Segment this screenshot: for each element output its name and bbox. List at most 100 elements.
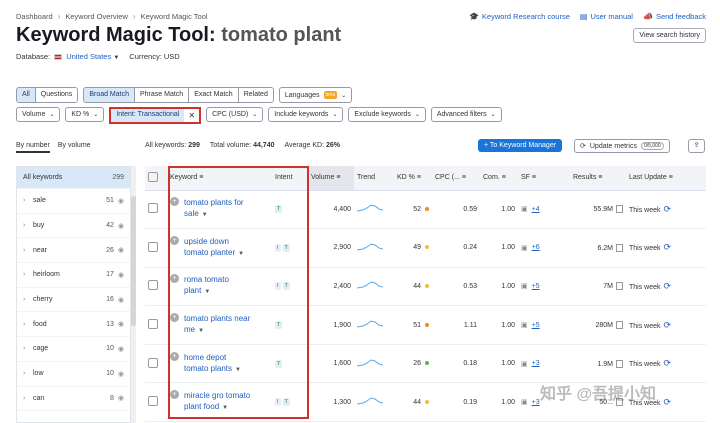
sidebar-item-group[interactable]: › low 10 ◉ — [17, 362, 130, 387]
sidebar-scrollbar[interactable] — [131, 166, 136, 423]
keyword-link[interactable]: tomato plants for sale ▼ — [184, 197, 244, 221]
update-metrics-button[interactable]: ⟳ Update metrics 0/5,000 — [574, 139, 670, 153]
exclude-keywords-filter[interactable]: Exclude keywords ⌄ — [348, 107, 426, 122]
sidebar-item-group[interactable]: › food 13 ◉ — [17, 312, 130, 338]
breadcrumb-dashboard[interactable]: Dashboard — [16, 12, 53, 21]
col-results[interactable]: Results ≡ — [570, 166, 626, 191]
serp-features-link[interactable]: +6 — [532, 244, 540, 251]
add-keyword-icon[interactable]: + — [170, 313, 179, 323]
keyword-link[interactable]: roma tomato plant ▼ — [184, 274, 229, 298]
sidebar-item-all-keywords[interactable]: All keywords 299 — [17, 167, 130, 189]
keyword-link[interactable]: home depot tomato plants ▼ — [184, 352, 241, 376]
eye-icon[interactable]: ◉ — [118, 370, 124, 378]
row-checkbox[interactable] — [148, 396, 158, 407]
col-com[interactable]: Com. ≡ — [480, 166, 518, 191]
refresh-icon[interactable]: ⟳ — [664, 242, 672, 252]
row-checkbox[interactable] — [148, 280, 158, 291]
chevron-down-icon[interactable]: ▼ — [202, 212, 208, 218]
tab-phrase-match[interactable]: Phrase Match — [134, 88, 189, 102]
volume-filter[interactable]: Volume ⌄ — [16, 107, 61, 122]
row-checkbox[interactable] — [148, 357, 158, 368]
col-cpc[interactable]: CPC (... ≡ — [432, 166, 480, 191]
advanced-filters[interactable]: Advanced filters ⌄ — [430, 107, 502, 122]
serp-snapshot-icon[interactable] — [616, 205, 623, 214]
serp-snapshot-icon[interactable] — [616, 243, 623, 252]
add-keyword-icon[interactable]: + — [170, 390, 179, 400]
sidebar-item-group[interactable]: › heirloom 17 ◉ — [17, 263, 130, 288]
sidebar-item-group[interactable]: › sale 51 ◉ — [17, 189, 130, 214]
serp-features-link[interactable]: +3 — [532, 399, 540, 406]
send-feedback-link[interactable]: 📣 Send feedback — [643, 12, 706, 21]
eye-icon[interactable]: ◉ — [118, 271, 124, 279]
serp-snapshot-icon[interactable] — [616, 282, 623, 291]
intent-cell: T — [272, 190, 308, 230]
export-button[interactable]: ⇪ — [688, 139, 705, 153]
tab-questions[interactable]: Questions — [34, 88, 78, 102]
sidebar-item-group[interactable]: › cherry 16 ◉ — [17, 288, 130, 313]
kd-filter[interactable]: KD % ⌄ — [65, 107, 105, 122]
include-keywords-filter[interactable]: Include keywords ⌄ — [268, 107, 344, 122]
tab-related[interactable]: Related — [237, 88, 273, 102]
sidebar-item-group[interactable]: › can 8 ◉ — [17, 387, 130, 412]
intent-filter[interactable]: Intent: Transactional ✕ — [109, 107, 202, 124]
col-last-update[interactable]: Last Update ≡ — [626, 166, 706, 191]
row-checkbox[interactable] — [148, 203, 158, 214]
tab-all[interactable]: All — [17, 88, 35, 102]
close-icon[interactable]: ✕ — [184, 109, 200, 122]
user-manual-link[interactable]: ▤ User manual — [580, 12, 633, 21]
breadcrumb-keyword-overview[interactable]: Keyword Overview — [65, 12, 128, 21]
keyword-link[interactable]: upside down tomato planter ▼ — [184, 236, 244, 260]
serp-features-link[interactable]: +5 — [532, 322, 540, 329]
refresh-icon[interactable]: ⟳ — [664, 397, 672, 407]
tab-exact-match[interactable]: Exact Match — [188, 88, 238, 102]
row-checkbox[interactable] — [148, 319, 158, 330]
chevron-down-icon[interactable]: ▼ — [198, 328, 204, 334]
add-keyword-icon[interactable]: + — [170, 235, 179, 245]
tab-broad-match[interactable]: Broad Match — [84, 88, 134, 102]
sidebar-item-label: low — [33, 370, 44, 378]
row-checkbox[interactable] — [148, 241, 158, 252]
sidebar-item-group[interactable]: › buy 42 ◉ — [17, 214, 130, 239]
eye-icon[interactable]: ◉ — [118, 222, 124, 230]
col-volume[interactable]: Volume ≡ — [308, 166, 354, 191]
eye-icon[interactable]: ◉ — [118, 246, 124, 254]
refresh-icon[interactable]: ⟳ — [664, 358, 672, 368]
serp-snapshot-icon[interactable] — [616, 359, 623, 368]
serp-features-link[interactable]: +4 — [532, 206, 540, 213]
col-sf[interactable]: SF ≡ — [518, 166, 570, 191]
serp-features-link[interactable]: +3 — [532, 360, 540, 367]
refresh-icon[interactable]: ⟳ — [664, 204, 672, 214]
eye-icon[interactable]: ◉ — [118, 320, 124, 328]
add-keyword-icon[interactable]: + — [170, 197, 179, 207]
sidebar-item-group[interactable]: › near 26 ◉ — [17, 238, 130, 264]
to-keyword-manager-button[interactable]: + To Keyword Manager — [478, 139, 563, 152]
eye-icon[interactable]: ◉ — [118, 296, 124, 304]
keyword-research-course-link[interactable]: 🎓 Keyword Research course — [469, 12, 570, 21]
keyword-link[interactable]: miracle gro tomato plant food ▼ — [184, 390, 250, 414]
eye-icon[interactable]: ◉ — [118, 394, 124, 402]
add-keyword-icon[interactable]: + — [170, 351, 179, 361]
tab-by-volume[interactable]: By volume — [58, 142, 91, 153]
select-all-checkbox[interactable] — [148, 171, 158, 182]
eye-icon[interactable]: ◉ — [118, 197, 124, 205]
col-keyword[interactable]: Keyword ≡ — [167, 166, 272, 191]
view-search-history-button[interactable]: View search history — [633, 28, 706, 43]
serp-snapshot-icon[interactable] — [616, 321, 623, 330]
chevron-down-icon[interactable]: ▼ — [222, 405, 228, 411]
keyword-link[interactable]: tomato plants near me ▼ — [184, 313, 250, 337]
languages-dropdown[interactable]: Languages beta ⌄ — [278, 87, 353, 103]
add-keyword-icon[interactable]: + — [170, 274, 179, 284]
col-kd[interactable]: KD % ≡ — [394, 166, 432, 191]
database-select[interactable]: United States ▼ — [66, 52, 119, 61]
eye-icon[interactable]: ◉ — [118, 345, 124, 353]
refresh-icon[interactable]: ⟳ — [664, 320, 672, 330]
chevron-down-icon[interactable]: ▼ — [238, 251, 244, 257]
refresh-icon[interactable]: ⟳ — [664, 281, 672, 291]
cpc-cell: 0.53 — [432, 267, 480, 307]
cpc-filter[interactable]: CPC (USD) ⌄ — [206, 107, 264, 122]
chevron-down-icon[interactable]: ▼ — [204, 289, 210, 295]
tab-by-number[interactable]: By number — [16, 142, 50, 153]
chevron-down-icon[interactable]: ▼ — [235, 367, 241, 373]
serp-features-link[interactable]: +5 — [532, 283, 540, 290]
sidebar-item-group[interactable]: › cage 10 ◉ — [17, 337, 130, 362]
